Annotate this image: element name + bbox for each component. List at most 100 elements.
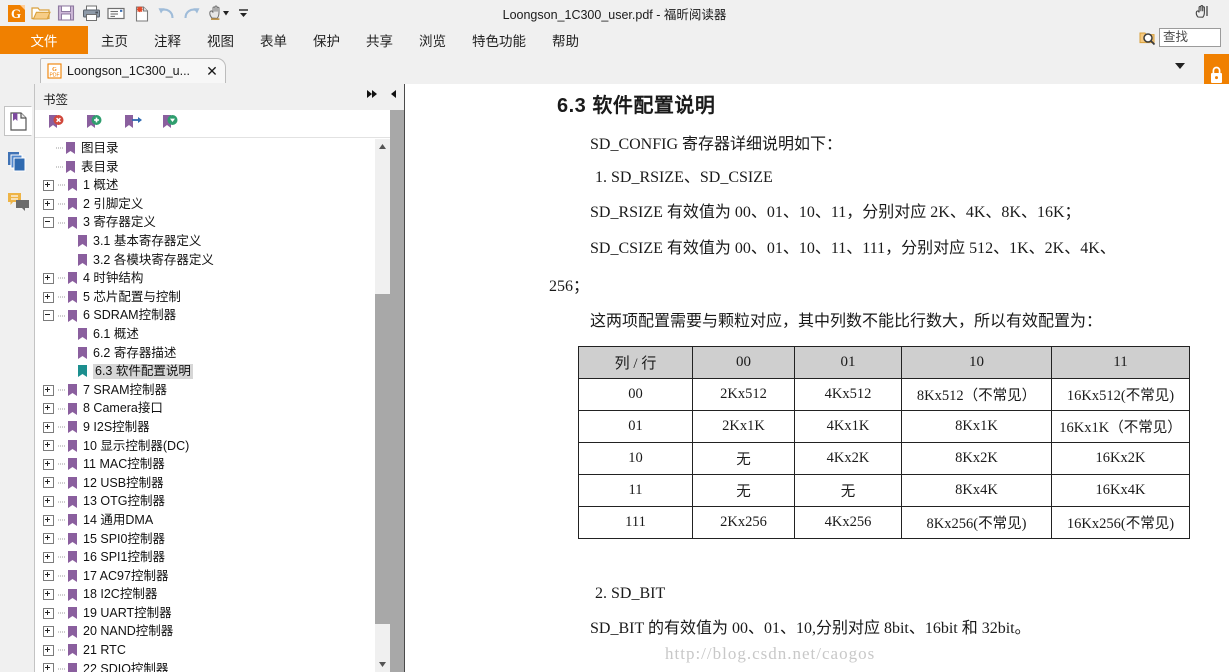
- bookmark-icon: [77, 346, 88, 360]
- bookmark-item[interactable]: 4 时钟结构: [35, 269, 390, 288]
- bookmark-item[interactable]: 2 引脚定义: [35, 195, 390, 214]
- expand-icon[interactable]: [43, 198, 54, 210]
- menu-item-view[interactable]: 视图: [194, 26, 247, 54]
- expand-icon[interactable]: [43, 570, 54, 582]
- bookmark-item[interactable]: 图目录: [35, 139, 390, 158]
- menu-item-form[interactable]: 表单: [247, 26, 300, 54]
- menu-item-file[interactable]: 文件: [0, 26, 88, 54]
- chevron-down-icon[interactable]: [1175, 63, 1185, 69]
- bookmark-item[interactable]: 11 MAC控制器: [35, 455, 390, 474]
- document-tab[interactable]: G PDF Loongson_1C300_u... ✕: [40, 58, 226, 83]
- bookmark-item[interactable]: 3.1 基本寄存器定义: [35, 232, 390, 251]
- menu-item-home[interactable]: 主页: [88, 26, 141, 54]
- menu-item-protect[interactable]: 保护: [300, 26, 353, 54]
- window-title: Loongson_1C300_user.pdf - 福昕阅读器: [0, 4, 1229, 23]
- paragraph-sdbit: SD_BIT 的有效值为 00、01、10,分别对应 8bit、16bit 和 …: [590, 620, 1031, 637]
- bookmark-item[interactable]: 9 I2S控制器: [35, 418, 390, 437]
- bookmark-tree[interactable]: 图目录 表目录 1 概述 2 引脚定义 3 寄存器定义 3.1 基本寄存器定义 3.2 各模…: [35, 139, 390, 672]
- tree-connector: [58, 198, 67, 210]
- bookmark-label: 22 SDIO控制器: [83, 661, 169, 672]
- bookmark-options-icon[interactable]: [161, 114, 180, 134]
- bookmark-icon: [67, 290, 78, 304]
- bookmark-item[interactable]: 7 SRAM控制器: [35, 381, 390, 400]
- expand-icon[interactable]: [43, 626, 54, 638]
- expand-icon[interactable]: [43, 421, 54, 433]
- expand-icon[interactable]: [43, 663, 54, 672]
- expand-panel-icon[interactable]: [366, 88, 380, 103]
- bookmark-item[interactable]: 6.3 软件配置说明: [35, 362, 390, 381]
- bookmark-item[interactable]: 3 寄存器定义: [35, 213, 390, 232]
- bookmark-item[interactable]: 20 NAND控制器: [35, 622, 390, 641]
- bookmark-label: 6.2 寄存器描述: [93, 345, 177, 360]
- scroll-down-icon[interactable]: [375, 657, 390, 672]
- bookmark-item[interactable]: 表目录: [35, 158, 390, 177]
- expand-icon[interactable]: [43, 644, 54, 656]
- bookmark-item[interactable]: 19 UART控制器: [35, 604, 390, 623]
- expand-icon[interactable]: [43, 496, 54, 508]
- collapse-icon[interactable]: [43, 310, 54, 322]
- bookmark-item[interactable]: 15 SPI0控制器: [35, 529, 390, 548]
- bookmark-item[interactable]: 10 显示控制器(DC): [35, 437, 390, 456]
- bookmark-scrollbar[interactable]: [375, 139, 390, 672]
- expand-icon[interactable]: [43, 607, 54, 619]
- bookmark-label: 5 芯片配置与控制: [83, 289, 181, 304]
- bookmark-item[interactable]: 5 芯片配置与控制: [35, 288, 390, 307]
- menu-item-features[interactable]: 特色功能: [459, 26, 539, 54]
- menu-item-browse[interactable]: 浏览: [406, 26, 459, 54]
- expand-icon[interactable]: [43, 272, 54, 284]
- collapse-panel-icon[interactable]: [389, 88, 399, 103]
- bookmark-item[interactable]: 8 Camera接口: [35, 399, 390, 418]
- bookmark-item[interactable]: 6 SDRAM控制器: [35, 306, 390, 325]
- expand-icon[interactable]: [43, 514, 54, 526]
- tree-connector: [58, 570, 67, 582]
- menu-item-comment[interactable]: 注释: [141, 26, 194, 54]
- menu-item-share[interactable]: 共享: [353, 26, 406, 54]
- search-icon[interactable]: [1139, 29, 1156, 46]
- tree-connector: [58, 663, 67, 672]
- delete-bookmark-icon[interactable]: [47, 114, 66, 134]
- expand-icon[interactable]: [43, 477, 54, 489]
- menu-item-help[interactable]: 帮助: [539, 26, 592, 54]
- expand-icon[interactable]: [43, 384, 54, 396]
- scroll-up-icon[interactable]: [375, 139, 390, 154]
- bookmark-label: 2 引脚定义: [83, 196, 144, 211]
- bookmark-item[interactable]: 22 SDIO控制器: [35, 660, 390, 672]
- document-view[interactable]: 6.3 软件配置说明 SD_CONFIG 寄存器详细说明如下： 1. SD_RS…: [404, 84, 1229, 672]
- expand-icon[interactable]: [43, 291, 54, 303]
- table-cell: 8Kx2K: [901, 442, 1052, 475]
- comments-panel-icon[interactable]: [4, 186, 32, 216]
- bookmark-item[interactable]: 12 USB控制器: [35, 474, 390, 493]
- expand-icon[interactable]: [43, 589, 54, 601]
- bookmark-item[interactable]: 13 OTG控制器: [35, 492, 390, 511]
- expand-icon[interactable]: [43, 458, 54, 470]
- close-icon[interactable]: ✕: [205, 64, 219, 78]
- expand-icon[interactable]: [43, 551, 54, 563]
- search-input[interactable]: [1159, 28, 1221, 47]
- expand-icon[interactable]: [43, 440, 54, 452]
- expand-icon[interactable]: [43, 533, 54, 545]
- bookmark-item[interactable]: 17 AC97控制器: [35, 567, 390, 586]
- bookmark-item[interactable]: 18 I2C控制器: [35, 585, 390, 604]
- bookmark-item[interactable]: 21 RTC: [35, 641, 390, 660]
- page-thumbnails-icon[interactable]: [4, 146, 32, 176]
- add-bookmark-icon[interactable]: [85, 114, 104, 134]
- pdf-file-icon: G PDF: [47, 63, 62, 79]
- bookmark-item[interactable]: 3.2 各模块寄存器定义: [35, 251, 390, 270]
- bookmark-item[interactable]: 16 SPI1控制器: [35, 548, 390, 567]
- bookmark-item[interactable]: 14 通用DMA: [35, 511, 390, 530]
- paragraph-csize-cont: 256；: [549, 278, 590, 295]
- bookmark-icon: [67, 178, 78, 192]
- bookmark-item[interactable]: 6.2 寄存器描述: [35, 344, 390, 363]
- bookmark-item[interactable]: 1 概述: [35, 176, 390, 195]
- tree-connector: [58, 421, 67, 433]
- collapse-icon[interactable]: [43, 217, 54, 229]
- protect-quick-button[interactable]: [1204, 54, 1229, 84]
- scrollbar-thumb[interactable]: [375, 294, 390, 624]
- bookmarks-panel-icon[interactable]: [4, 106, 32, 136]
- touch-mode-icon[interactable]: [1193, 3, 1211, 21]
- bookmark-label: 6 SDRAM控制器: [83, 308, 177, 323]
- goto-bookmark-icon[interactable]: [123, 114, 142, 134]
- bookmark-item[interactable]: 6.1 概述: [35, 325, 390, 344]
- expand-icon[interactable]: [43, 403, 54, 415]
- expand-icon[interactable]: [43, 179, 54, 191]
